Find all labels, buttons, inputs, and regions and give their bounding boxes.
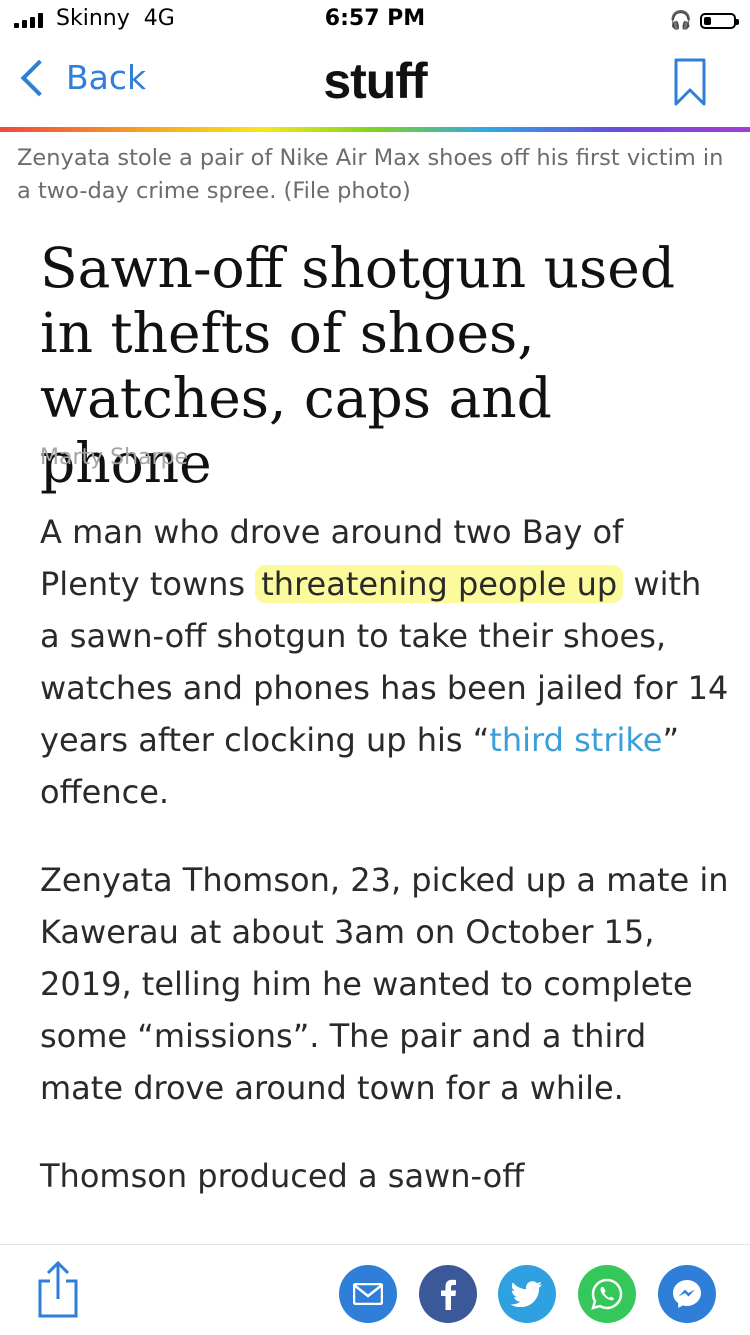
share-icon (38, 1260, 78, 1318)
facebook-icon (441, 1279, 456, 1310)
highlighted-text: threatening people up (255, 565, 624, 603)
photo-caption: Zenyata stole a pair of Nike Air Max sho… (17, 145, 724, 204)
twitter-share-button[interactable] (498, 1265, 556, 1323)
bookmark-icon (674, 58, 706, 106)
whatsapp-icon (591, 1278, 623, 1310)
whatsapp-share-button[interactable] (578, 1265, 636, 1323)
paragraph-1: A man who drove around two Bay of Plenty… (40, 513, 729, 811)
status-time: 6:57 PM (324, 6, 426, 31)
author-byline[interactable]: Marty Sharpe (40, 445, 188, 470)
messenger-icon (673, 1280, 701, 1308)
facebook-share-button[interactable] (419, 1265, 477, 1323)
messenger-share-button[interactable] (658, 1265, 716, 1323)
brand-divider (0, 127, 750, 132)
share-button[interactable] (35, 1259, 81, 1319)
headphones-icon: 🎧 (669, 10, 692, 31)
twitter-icon (511, 1281, 542, 1307)
paragraph-3: Thomson produced a sawn-off (40, 1157, 525, 1195)
email-share-button[interactable] (339, 1265, 397, 1323)
email-icon (353, 1283, 383, 1305)
third-strike-link[interactable]: third strike (489, 721, 662, 759)
bookmark-button[interactable] (674, 58, 706, 106)
article-body: A man who drove around two Bay of Plenty… (40, 506, 730, 1238)
battery-icon (700, 12, 739, 29)
status-bar: Skinny 4G 6:57 PM 🎧 (0, 0, 750, 40)
bottom-toolbar (0, 1244, 750, 1335)
nav-bar: Back stuff (0, 40, 750, 128)
brand-logo: stuff (323, 53, 427, 109)
paragraph-2: Zenyata Thomson, 23, picked up a mate in… (40, 861, 729, 1107)
